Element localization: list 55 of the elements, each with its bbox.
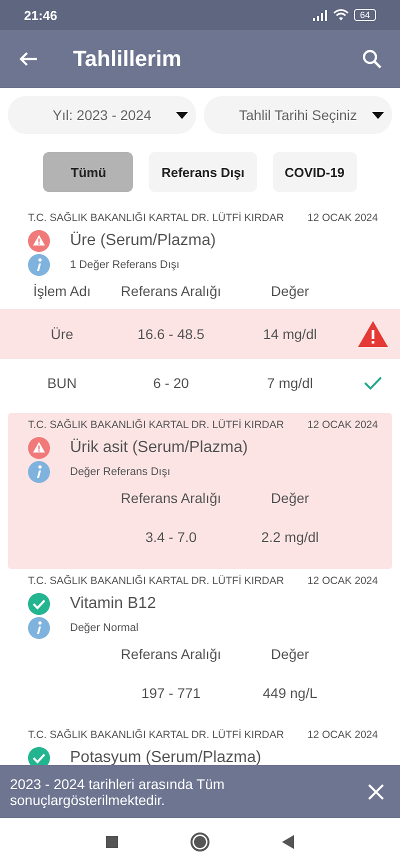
filter-tab[interactable]: Referans Dışı: [149, 152, 257, 192]
hospital-name: T.C. SAĞLIK BAKANLIĞI KARTAL DR. LÜTFİ KIRDAR: [28, 575, 284, 587]
test-name: Potasyum (Serum/Plazma): [70, 749, 262, 765]
column-header: Referans Aralığı: [120, 283, 222, 299]
table-cell-text: 6 - 20: [152, 375, 190, 391]
signal-icon: [312, 9, 328, 21]
result-note: 1 Değer Referans Dışı: [70, 259, 180, 271]
column-header: Referans Aralığı: [120, 646, 222, 662]
info-icon: [28, 617, 50, 639]
wifi-icon: [332, 9, 349, 21]
back-arrow-icon[interactable]: [18, 51, 38, 67]
table-cell-text: 16.6 - 48.5: [136, 326, 206, 342]
table-cell-text: 449 ng/L: [262, 685, 318, 701]
result-date: 12 OCAK 2024: [307, 212, 378, 224]
page-title: Tahlillerim: [73, 46, 182, 72]
table-cell-text: 2.2 mg/dl: [260, 529, 320, 545]
result-date: 12 OCAK 2024: [307, 729, 378, 741]
snackbar-message: 2023 - 2024 tarihleri arasında Tüm sonuçlargösterilmektedir.: [10, 776, 226, 808]
column-header: Değer: [270, 490, 310, 506]
filter-tab[interactable]: Tümü: [43, 152, 134, 192]
hospital-name: T.C. SAĞLIK BAKANLIĞI KARTAL DR. LÜTFİ KIRDAR: [28, 419, 284, 431]
battery-indicator: 64: [354, 9, 376, 21]
column-header: İşlem Adı: [32, 283, 92, 299]
test-name: Üre (Serum/Plazma): [70, 232, 216, 250]
search-icon[interactable]: [362, 49, 382, 69]
status-time: 21:46: [24, 8, 58, 22]
hospital-name: T.C. SAĞLIK BAKANLIĞI KARTAL DR. LÜTFİ KIRDAR: [28, 212, 284, 224]
result-note: Değer Normal: [70, 622, 138, 634]
caret-icon: [372, 112, 384, 118]
close-icon[interactable]: [368, 784, 384, 800]
caret-icon: [176, 112, 188, 118]
column-header: Değer: [270, 646, 310, 662]
table-cell-text: 197 - 771: [140, 685, 202, 701]
table-cell-text: Üre: [50, 326, 74, 342]
test-name: Ürik asit (Serum/Plazma): [70, 439, 248, 457]
column-header: Referans Aralığı: [120, 490, 222, 506]
home-circle-icon[interactable]: [190, 832, 210, 852]
hospital-name: T.C. SAĞLIK BAKANLIĞI KARTAL DR. LÜTFİ KIRDAR: [28, 729, 284, 741]
result-note: Değer Referans Dışı: [70, 466, 170, 478]
info-icon: [28, 461, 50, 483]
column-header: Değer: [270, 283, 310, 299]
table-cell-text: BUN: [46, 375, 78, 391]
info-icon: [28, 254, 50, 276]
table-cell-text: 7 mg/dl: [266, 375, 314, 391]
dropdown-value: Yıl: 2023 - 2024: [52, 107, 152, 123]
table-cell-text: 3.4 - 7.0: [144, 529, 198, 545]
back-triangle-icon[interactable]: [282, 835, 294, 849]
result-date: 12 OCAK 2024: [307, 575, 378, 587]
filter-tab[interactable]: COVID-19: [272, 152, 357, 192]
table-cell-text: 14 mg/dl: [262, 326, 318, 342]
result-date: 12 OCAK 2024: [307, 419, 378, 431]
test-name: Vitamin B12: [70, 595, 156, 613]
dropdown-field[interactable]: Tahlil Tarihi Seçiniz: [204, 96, 392, 134]
dropdown-field[interactable]: Yıl: 2023 - 2024: [8, 96, 196, 134]
dropdown-value: Tahlil Tarihi Seçiniz: [238, 107, 358, 123]
